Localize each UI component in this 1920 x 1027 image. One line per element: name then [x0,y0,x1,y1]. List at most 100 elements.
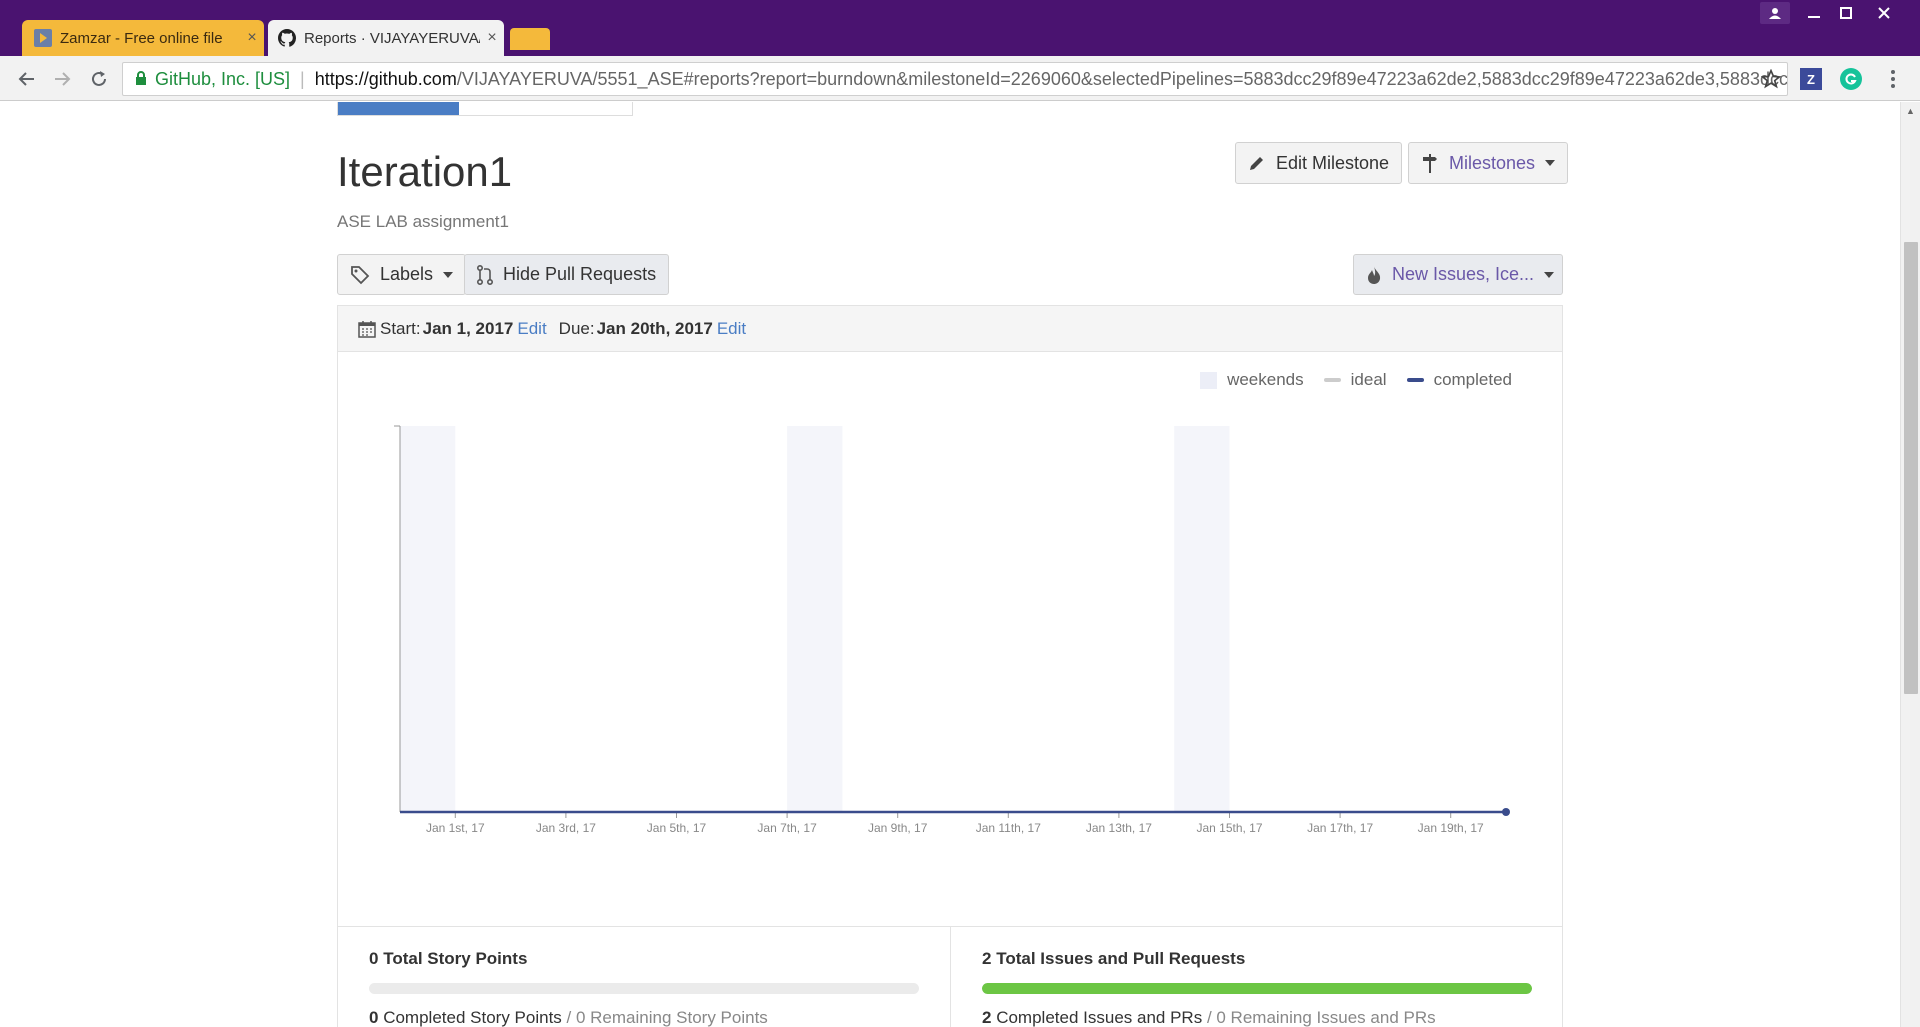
maximize-icon[interactable] [1828,2,1864,24]
legend-completed-label: completed [1433,370,1512,389]
pull-request-icon [477,264,493,285]
issues-detail: 2 Completed Issues and PRs / 0 Remaining… [982,1008,1531,1027]
scrollbar-thumb[interactable] [1904,242,1918,694]
labels-label: Labels [380,264,434,284]
x-tick-label: Jan 1st, 17 [426,821,485,835]
x-tick-label: Jan 5th, 17 [647,821,707,835]
milestone-dates-bar: Start: Jan 1, 2017 Edit Due: Jan 20th, 2… [338,306,1562,352]
pipelines-label: New Issues, Ice... [1392,264,1535,284]
milestones-label: Milestones [1449,152,1536,173]
tab-close-icon[interactable]: × [240,29,264,47]
story-completed-number: 0 [369,1008,379,1027]
address-separator: | [300,68,305,89]
zotero-extension-icon[interactable]: Z [1800,68,1822,90]
burndown-chart: Jan 1st, 17 Jan 3rd, 17 Jan 5th, 17 Jan 7th… [394,425,1510,835]
pipelines-dropdown[interactable]: New Issues, Ice... [1353,254,1563,295]
issues-remaining: / 0 Remaining Issues and PRs [1206,1008,1436,1027]
profile-icon[interactable] [1760,2,1790,24]
page-scrollbar[interactable]: ▲ [1900,102,1920,1027]
page-content: Iteration1 ASE LAB assignment1 Edit Mile… [0,102,1900,1027]
report-tabs-strip[interactable] [337,102,633,116]
browser-titlebar: Zamzar - Free online file × Reports · VI… [0,0,1920,56]
weekend-band [787,426,843,812]
issues-total-number: 2 [982,949,992,968]
calendar-icon [358,320,376,338]
edit-start-link[interactable]: Edit [517,319,546,339]
start-label: Start: [380,318,421,338]
x-tick-label: Jan 15th, 17 [1196,821,1262,835]
issues-stat: 2 Total Issues and Pull Requests 2 Compl… [950,927,1562,1027]
new-tab-button[interactable] [510,28,550,50]
x-tick-label: Jan 9th, 17 [868,821,928,835]
weekend-band [1174,426,1230,812]
url-path: /VIJAYAYERUVA/5551_ASE#reports?report=bu… [456,68,1787,89]
x-tick-label: Jan 13th, 17 [1086,821,1152,835]
total-story-points: 0 Total Story Points [369,949,919,969]
url-text: https://github.com/VIJAYAYERUVA/5551_ASE… [315,69,1787,90]
tab-reports[interactable]: Reports · VIJAYAYERUVA/ × [268,20,504,56]
legend-ideal-label: ideal [1350,370,1387,389]
minimize-icon[interactable] [1796,2,1832,24]
tab-title: Reports · VIJAYAYERUVA/ [304,29,480,47]
issues-total-label: Total Issues and Pull Requests [996,949,1246,968]
story-points-detail: 0 Completed Story Points / 0 Remaining S… [369,1008,919,1027]
due-label: Due: [558,318,595,338]
flame-icon [1366,265,1382,285]
total-issues: 2 Total Issues and Pull Requests [982,949,1531,969]
edit-due-link[interactable]: Edit [717,319,746,339]
story-total-number: 0 [369,949,379,968]
legend-weekends-label: weekends [1227,370,1304,389]
start-date: Jan 1, 2017 [422,318,514,338]
scroll-up-arrow-icon[interactable]: ▲ [1906,106,1915,116]
hide-pull-requests-label: Hide Pull Requests [503,264,657,284]
legend-weekends: weekends [1200,370,1304,390]
issues-progress-fill [982,983,1532,994]
chevron-down-icon [1545,160,1556,166]
story-points-stat: 0 Total Story Points 0 Completed Story P… [338,927,950,1027]
tab-zamzar[interactable]: Zamzar - Free online file × [22,20,264,56]
close-window-icon[interactable] [1866,2,1902,24]
burndown-panel: Start: Jan 1, 2017 Edit Due: Jan 20th, 2… [337,305,1563,1027]
completed-swatch [1406,378,1424,382]
forward-icon[interactable] [47,64,77,94]
milestone-description: ASE LAB assignment1 [337,212,509,231]
tab-close-icon[interactable]: × [480,29,504,47]
stats-row: 0 Total Story Points 0 Completed Story P… [338,926,1562,1027]
address-bar[interactable]: GitHub, Inc. [US] | https://github.com/V… [122,62,1788,96]
pencil-icon [1248,154,1266,172]
story-progress-bar [369,983,919,994]
signpost-icon [1421,153,1439,173]
chevron-down-icon [443,271,454,278]
lock-icon [135,69,147,90]
legend-completed: completed [1406,370,1512,390]
ideal-swatch [1323,378,1341,382]
issues-progress-bar [982,983,1532,994]
weekends-swatch [1200,371,1218,389]
bookmark-star-icon[interactable] [1756,64,1786,94]
site-identity: GitHub, Inc. [US] [155,68,291,89]
grammarly-extension-icon[interactable] [1840,68,1862,90]
labels-dropdown[interactable]: Labels [337,254,467,295]
story-remaining: / 0 Remaining Story Points [566,1008,768,1027]
legend-ideal: ideal [1323,370,1387,390]
edit-milestone-label: Edit Milestone [1276,152,1390,173]
completed-point [1502,808,1510,816]
milestones-dropdown[interactable]: Milestones [1408,142,1569,184]
browser-toolbar: GitHub, Inc. [US] | https://github.com/V… [0,56,1920,101]
x-tick-label: Jan 19th, 17 [1418,821,1484,835]
x-tick-label: Jan 7th, 17 [757,821,817,835]
weekend-band [400,426,456,812]
reload-icon[interactable] [84,64,114,94]
url-host: https://github.com [314,68,457,89]
chevron-down-icon [1544,271,1555,278]
milestone-title: Iteration1 [337,148,513,195]
active-report-tab[interactable] [338,102,459,115]
hide-pull-requests-button[interactable]: Hide Pull Requests [464,254,670,295]
browser-menu-icon[interactable] [1878,64,1908,94]
due-date: Jan 20th, 2017 [596,318,713,338]
back-icon[interactable] [12,64,42,94]
x-tick-label: Jan 3rd, 17 [536,821,596,835]
issues-completed-label: Completed Issues and PRs [996,1008,1203,1027]
edit-milestone-button[interactable]: Edit Milestone [1235,142,1403,184]
github-favicon-icon [278,29,296,47]
